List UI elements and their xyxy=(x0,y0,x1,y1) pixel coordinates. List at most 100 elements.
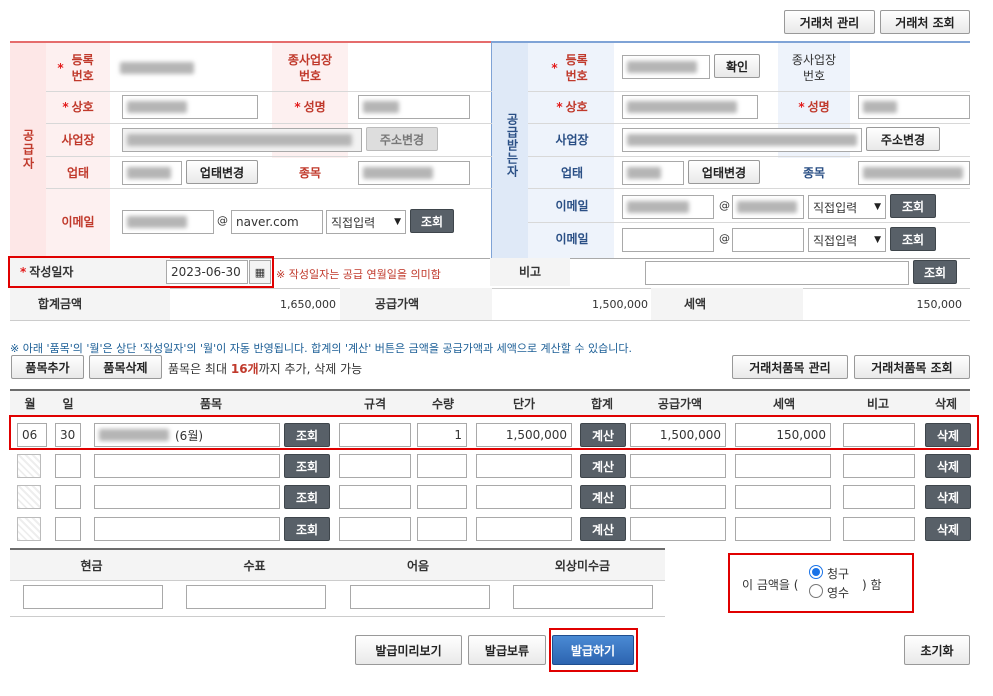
supplier-email-domain-input[interactable]: naver.com xyxy=(231,210,323,234)
partner-item-manage-button[interactable]: 거래처품목 관리 xyxy=(732,355,848,379)
receiver-biz-type-input[interactable] xyxy=(622,161,684,185)
payment-credit-input[interactable] xyxy=(513,585,653,609)
row-delete-button[interactable]: 삭제 xyxy=(925,517,971,541)
supplier-company-input[interactable] xyxy=(122,95,258,119)
supply-amount-label: 공급가액 xyxy=(374,297,420,311)
receiver-email-id-input[interactable] xyxy=(622,195,714,219)
row-remark-input[interactable] xyxy=(843,423,915,447)
receiver-email2-domain-input[interactable] xyxy=(732,228,804,252)
receiver-email-domain-input[interactable] xyxy=(732,195,804,219)
row-qty-input[interactable] xyxy=(417,454,467,478)
row-supply-input[interactable]: 1,500,000 xyxy=(630,423,726,447)
row-remark-input[interactable] xyxy=(843,454,915,478)
row-item-input[interactable] xyxy=(94,485,280,509)
supplier-biz-item-input[interactable] xyxy=(358,161,470,185)
supplier-address-label: 사업장 xyxy=(61,133,95,147)
chevron-down-icon: ▼ xyxy=(874,235,881,245)
partner-manage-button[interactable]: 거래처 관리 xyxy=(784,10,875,34)
receiver-email-label: 이메일 xyxy=(555,199,589,213)
row-item-search-button[interactable]: 조회 xyxy=(284,485,330,509)
row-tax-input[interactable]: 150,000 xyxy=(735,423,831,447)
row-spec-input[interactable] xyxy=(339,423,411,447)
row-qty-input[interactable]: 1 xyxy=(417,423,467,447)
supplier-ceo-input[interactable] xyxy=(358,95,470,119)
receiver-email2-search-button[interactable]: 조회 xyxy=(890,227,936,251)
receiver-company-input[interactable] xyxy=(622,95,758,119)
issue-button[interactable]: 발급하기 xyxy=(552,635,634,665)
row-qty-input[interactable] xyxy=(417,517,467,541)
row-item-input[interactable] xyxy=(94,517,280,541)
row-remark-input[interactable] xyxy=(843,517,915,541)
supplier-address-input xyxy=(122,128,362,152)
row-supply-input[interactable] xyxy=(630,454,726,478)
supplier-biz-type-change-button[interactable]: 업태변경 xyxy=(186,160,258,184)
receiver-address-input[interactable] xyxy=(622,128,862,152)
row-item-search-button[interactable]: 조회 xyxy=(284,454,330,478)
row-delete-button[interactable]: 삭제 xyxy=(925,485,971,509)
total-amount-label: 합계금액 xyxy=(37,297,83,311)
remark-search-button[interactable]: 조회 xyxy=(913,260,957,284)
row-day-input[interactable] xyxy=(55,485,81,509)
row-unit-price-input[interactable] xyxy=(476,485,572,509)
supplier-address-change-button[interactable]: 주소변경 xyxy=(366,127,438,151)
issue-preview-button[interactable]: 발급미리보기 xyxy=(355,635,462,665)
receiver-email2-select[interactable]: 직접입력 ▼ xyxy=(808,228,886,252)
partner-search-button[interactable]: 거래처 조회 xyxy=(880,10,970,34)
row-tax-input[interactable] xyxy=(735,485,831,509)
receiver-email-select[interactable]: 직접입력 ▼ xyxy=(808,195,886,219)
row-day-input[interactable]: 30 xyxy=(55,423,81,447)
issue-hold-button[interactable]: 발급보류 xyxy=(468,635,546,665)
row-item-input[interactable]: (6월) xyxy=(94,423,280,447)
receiver-biz-type-change-button[interactable]: 업태변경 xyxy=(688,160,760,184)
row-calc-button[interactable]: 계산 xyxy=(580,517,626,541)
receiver-email-search-button[interactable]: 조회 xyxy=(890,194,936,218)
row-day-input[interactable] xyxy=(55,517,81,541)
payment-check-header: 수표 xyxy=(243,558,266,573)
receiver-biz-item-input[interactable] xyxy=(858,161,970,185)
add-item-button[interactable]: 품목추가 xyxy=(11,355,84,379)
payment-check-input[interactable] xyxy=(186,585,326,609)
row-supply-input[interactable] xyxy=(630,485,726,509)
receiver-confirm-button[interactable]: 확인 xyxy=(714,54,760,78)
payment-cash-input[interactable] xyxy=(23,585,163,609)
receiver-address-change-button[interactable]: 주소변경 xyxy=(866,127,940,151)
receiver-reg-no-input[interactable] xyxy=(622,55,710,79)
row-delete-button[interactable]: 삭제 xyxy=(925,423,971,447)
row-item-search-button[interactable]: 조회 xyxy=(284,517,330,541)
radio-claim[interactable] xyxy=(809,565,823,579)
row-item-input[interactable] xyxy=(94,454,280,478)
row-item-search-button[interactable]: 조회 xyxy=(284,423,330,447)
supplier-email-search-button[interactable]: 조회 xyxy=(410,209,454,233)
row-unit-price-input[interactable] xyxy=(476,517,572,541)
row-month-disabled xyxy=(17,454,41,478)
partner-item-search-button[interactable]: 거래처품목 조회 xyxy=(854,355,970,379)
row-unit-price-input[interactable]: 1,500,000 xyxy=(476,423,572,447)
row-day-input[interactable] xyxy=(55,454,81,478)
supplier-email-id-input[interactable] xyxy=(122,210,214,234)
delete-item-button[interactable]: 품목삭제 xyxy=(89,355,162,379)
supplier-biz-type-input[interactable] xyxy=(122,161,182,185)
receiver-email2-id-input[interactable] xyxy=(622,228,714,252)
row-spec-input[interactable] xyxy=(339,485,411,509)
row-calc-button[interactable]: 계산 xyxy=(580,485,626,509)
row-remark-input[interactable] xyxy=(843,485,915,509)
reset-button[interactable]: 초기화 xyxy=(904,635,970,665)
row-unit-price-input[interactable] xyxy=(476,454,572,478)
row-calc-button[interactable]: 계산 xyxy=(580,454,626,478)
row-qty-input[interactable] xyxy=(417,485,467,509)
payment-note-input[interactable] xyxy=(350,585,490,609)
row-month-input[interactable]: 06 xyxy=(17,423,47,447)
calendar-icon[interactable]: ▦ xyxy=(249,260,271,284)
row-tax-input[interactable] xyxy=(735,454,831,478)
row-spec-input[interactable] xyxy=(339,454,411,478)
write-date-input[interactable]: 2023-06-30 xyxy=(166,260,248,284)
receiver-ceo-input[interactable] xyxy=(858,95,970,119)
row-delete-button[interactable]: 삭제 xyxy=(925,454,971,478)
row-supply-input[interactable] xyxy=(630,517,726,541)
supplier-email-select[interactable]: 직접입력 ▼ xyxy=(326,210,406,234)
row-spec-input[interactable] xyxy=(339,517,411,541)
row-tax-input[interactable] xyxy=(735,517,831,541)
row-calc-button[interactable]: 계산 xyxy=(580,423,626,447)
remark-input[interactable] xyxy=(645,261,909,285)
radio-receipt[interactable] xyxy=(809,584,823,598)
